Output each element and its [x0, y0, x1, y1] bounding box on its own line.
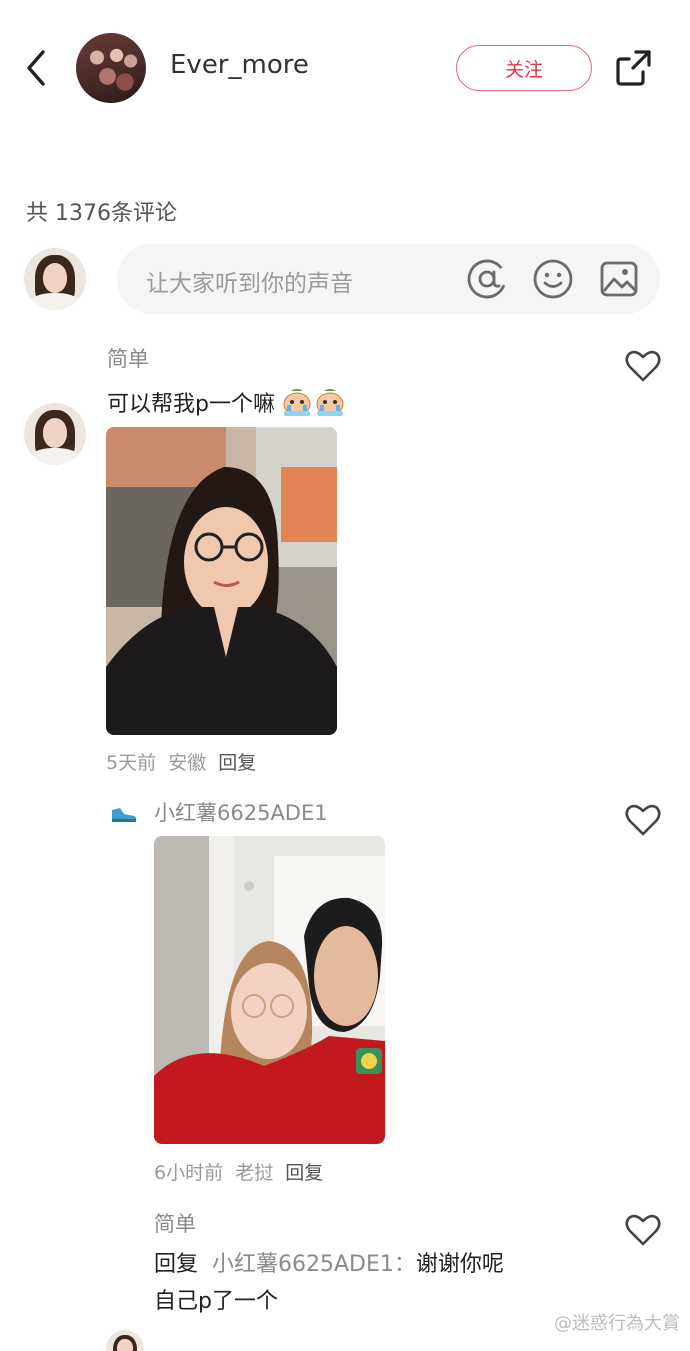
comment-input-placeholder: 让大家听到你的声音 — [146, 271, 353, 297]
chevron-left-icon — [27, 50, 45, 86]
reply-button[interactable]: 回复 — [285, 1162, 323, 1184]
commenter-avatar[interactable] — [106, 1330, 144, 1351]
comment-author[interactable]: 小红薯6625ADE1 — [154, 797, 328, 827]
reply-button[interactable]: 回复 — [218, 752, 256, 774]
comment-text: 可以帮我p一个嘛 — [107, 386, 346, 423]
emoji-icon[interactable] — [532, 258, 574, 300]
like-heart-icon[interactable] — [623, 1210, 663, 1250]
commenter-avatar[interactable] — [24, 403, 86, 465]
at-icon[interactable] — [466, 258, 508, 300]
comment-location: 老挝 — [235, 1162, 274, 1184]
comment-meta: 6小时前 老挝 回复 — [154, 1158, 323, 1185]
reply-to-user[interactable]: 小红薯6625ADE1： — [212, 1252, 416, 1277]
comment-author[interactable]: 简单 — [154, 1208, 196, 1238]
crying-icon — [282, 387, 346, 423]
like-heart-icon[interactable] — [623, 800, 663, 840]
author-username[interactable]: Ever_more — [170, 50, 309, 80]
comment-meta: 5天前 安徽 回复 — [106, 748, 256, 775]
reply-prefix: 回复 — [154, 1252, 199, 1277]
author-avatar[interactable] — [76, 33, 146, 103]
share-external-icon — [616, 50, 651, 86]
comment-time: 6小时前 — [154, 1162, 224, 1184]
share-button[interactable] — [612, 46, 656, 90]
comment-text-body: 可以帮我p一个嘛 — [107, 392, 275, 417]
comment-text-line2: 自己p了一个 — [154, 1289, 278, 1314]
image-icon[interactable] — [598, 258, 640, 300]
comment-text: 回复 小红薯6625ADE1：谢谢你呢 — [154, 1246, 504, 1278]
comment-location: 安徽 — [168, 752, 207, 774]
comment-author[interactable]: 简单 — [107, 343, 149, 373]
comment-photo[interactable] — [154, 836, 385, 1144]
back-button[interactable] — [18, 44, 54, 92]
comment-text-line1: 谢谢你呢 — [415, 1252, 504, 1277]
comment-count: 共 1376条评论 — [26, 201, 177, 226]
follow-button[interactable]: 关注 — [456, 45, 592, 91]
like-heart-icon[interactable] — [623, 346, 663, 386]
my-avatar — [24, 248, 86, 310]
shoe-icon — [110, 804, 138, 824]
comment-time: 5天前 — [106, 752, 157, 774]
watermark: @迷惑行為大賞 — [554, 1313, 680, 1334]
comment-photo[interactable] — [106, 427, 337, 735]
